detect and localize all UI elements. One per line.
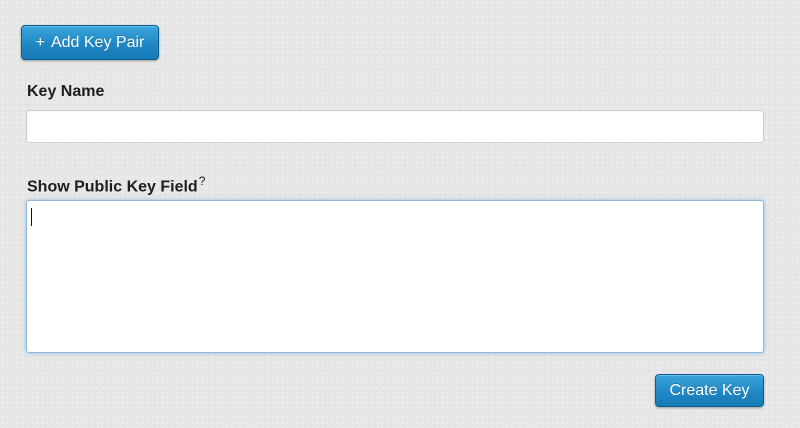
- key-name-input[interactable]: [26, 110, 764, 143]
- plus-icon: +: [35, 33, 45, 51]
- key-name-label: Key Name: [27, 83, 104, 101]
- help-icon[interactable]: ?: [199, 174, 206, 188]
- public-key-textarea[interactable]: [26, 200, 764, 353]
- add-key-pair-label: Add Key Pair: [50, 33, 145, 51]
- create-key-button[interactable]: Create Key: [655, 374, 764, 407]
- public-key-label: Show Public Key Field?: [27, 174, 205, 196]
- public-key-label-text: Show Public Key Field: [27, 178, 198, 196]
- add-key-pair-button[interactable]: + Add Key Pair: [21, 25, 159, 60]
- text-cursor: [31, 208, 32, 226]
- key-name-label-text: Key Name: [27, 83, 105, 100]
- create-key-label: Create Key: [669, 381, 750, 399]
